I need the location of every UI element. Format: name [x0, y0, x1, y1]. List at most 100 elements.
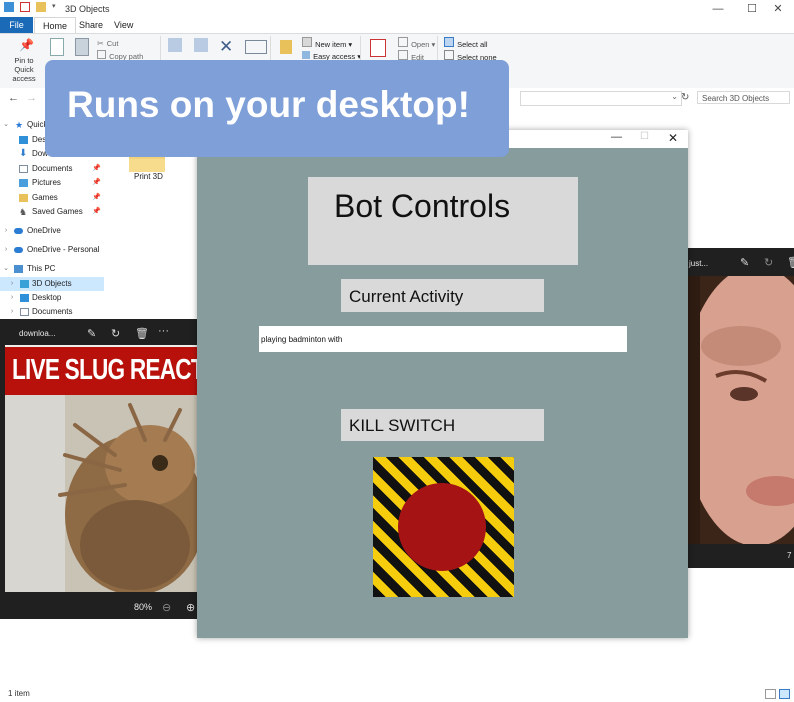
details-view-icon[interactable] [765, 689, 776, 699]
close-icon[interactable]: ✕ [668, 131, 678, 145]
status-bar [0, 684, 794, 702]
new-item-icon [302, 37, 312, 47]
back-arrow-icon[interactable]: ← [8, 92, 19, 104]
nav-item-documents[interactable]: Documents 📌 [0, 162, 104, 176]
close-icon[interactable]: ✕ [768, 2, 788, 16]
minimize-icon[interactable]: — [708, 2, 728, 16]
chevron-right-icon[interactable]: › [8, 305, 16, 319]
cube-icon [20, 280, 29, 288]
pin-icon[interactable]: 📌 [92, 205, 101, 219]
pin-to-quick-access-button[interactable]: 📌 Pin to Quick access [4, 38, 44, 83]
new-folder-icon[interactable] [280, 40, 292, 54]
nav-item-documents-pc[interactable]: › Documents [0, 305, 104, 319]
cut-label: Cut [106, 39, 119, 48]
face-image [686, 276, 794, 544]
edit-image-icon[interactable]: ✎ [740, 256, 749, 269]
pictures-icon [19, 179, 28, 187]
tiles-view-icon[interactable] [779, 689, 790, 699]
tab-home[interactable]: Home [34, 17, 77, 34]
chevron-right-icon[interactable]: › [8, 291, 16, 305]
clipboard-icon [75, 38, 89, 56]
pin-icon: 📌 [19, 38, 34, 52]
nav-item-desktop-pc[interactable]: › Desktop [0, 291, 104, 305]
nav-item-games[interactable]: Games 📌 [0, 191, 104, 205]
refresh-icon[interactable]: ↻ [681, 92, 689, 103]
copy-button[interactable] [47, 38, 67, 56]
move-to-button[interactable] [166, 38, 184, 56]
pin-icon[interactable]: 📌 [92, 162, 101, 176]
download-icon: ⬇ [19, 148, 28, 159]
cut-button[interactable]: ✂ Cut [97, 37, 118, 49]
select-all-icon [444, 37, 454, 47]
copy-to-button[interactable] [192, 38, 210, 56]
rotate-icon[interactable]: ↻ [764, 256, 773, 269]
chevron-down-icon[interactable]: ⌄ [2, 262, 10, 276]
nav-item-3d-objects[interactable]: › 3D Objects [0, 277, 104, 291]
tab-file[interactable]: File [0, 17, 33, 33]
chevron-down-icon: ▾ [429, 40, 436, 49]
nav-item-label: Games [32, 193, 58, 202]
zoom-out-icon[interactable]: ⊖ [162, 601, 171, 614]
pin-icon[interactable]: 📌 [92, 176, 101, 190]
more-options-icon[interactable]: ··· [158, 325, 169, 337]
photo-title: just... [689, 259, 709, 268]
delete-icon[interactable]: 🗑 [787, 256, 794, 269]
select-all-label: Select all [457, 40, 488, 49]
open-icon [398, 37, 408, 47]
folder-icon [4, 2, 14, 12]
delete-icon[interactable]: 🗑 [135, 327, 149, 340]
rename-icon[interactable] [245, 40, 267, 54]
chevron-right-icon[interactable]: › [2, 224, 10, 238]
new-item-button[interactable]: New item ▾ [302, 37, 352, 50]
photo-title: downloa... [19, 329, 56, 338]
edit-icon [398, 50, 408, 60]
maximize-icon[interactable]: ☐ [640, 131, 649, 142]
killswitch-label: KILL SWITCH [349, 416, 456, 435]
pin-icon[interactable]: 📌 [92, 191, 101, 205]
chevron-down-icon[interactable]: ⌄ [2, 118, 10, 132]
select-all-button[interactable]: Select all [444, 37, 488, 50]
new-item-label: New item [315, 40, 347, 49]
rotate-icon[interactable]: ↻ [111, 327, 120, 340]
scissors-icon: ✂ [97, 39, 104, 48]
chess-piece-icon: ♞ [19, 207, 28, 217]
nav-item-onedrive-personal[interactable]: › OneDrive - Personal [0, 243, 104, 257]
kill-switch-red-circle[interactable] [398, 483, 486, 571]
address-bar[interactable]: ⌄ [520, 91, 682, 106]
zoom-in-icon[interactable]: ⊕ [186, 601, 195, 614]
edit-image-icon[interactable]: ✎ [87, 327, 96, 340]
page-title: Bot Controls [334, 188, 511, 224]
paste-button[interactable] [72, 38, 92, 56]
new-folder-icon[interactable] [36, 2, 46, 12]
window-title: 3D Objects [65, 4, 110, 14]
nav-item-saved-games[interactable]: ♞ Saved Games 📌 [0, 205, 104, 219]
maximize-icon[interactable]: ☐ [742, 2, 762, 16]
copy-to-icon [194, 38, 208, 52]
search-input[interactable]: Search 3D Objects [697, 91, 790, 104]
nav-item-onedrive[interactable]: › OneDrive [0, 224, 104, 238]
move-to-icon [168, 38, 182, 52]
copy-path-icon [97, 50, 106, 59]
open-button[interactable]: Open ▾ [398, 37, 435, 50]
delete-icon[interactable]: ✕ [219, 37, 233, 57]
chevron-down-icon[interactable]: ⌄ [671, 92, 678, 101]
activity-input[interactable] [259, 326, 627, 352]
promo-text: Runs on your desktop! [67, 84, 470, 125]
chevron-down-icon[interactable]: ▾ [52, 2, 62, 12]
properties-icon[interactable] [370, 39, 386, 57]
cloud-icon [14, 247, 23, 253]
forward-arrow-icon[interactable]: → [26, 92, 37, 104]
pin-label: Pin to Quick access [12, 56, 36, 83]
item-count: 1 item [8, 689, 30, 698]
nav-item-label: Desktop [32, 293, 62, 302]
minimize-icon[interactable]: — [611, 131, 622, 143]
tab-view[interactable]: View [106, 17, 141, 33]
properties-icon[interactable] [20, 2, 30, 12]
computer-icon [14, 265, 23, 273]
nav-item-label: 3D Objects [32, 279, 72, 288]
chevron-right-icon[interactable]: › [2, 243, 10, 257]
nav-item-this-pc[interactable]: ⌄ This PC [0, 262, 104, 276]
chevron-down-icon: ▾ [346, 40, 353, 49]
nav-item-pictures[interactable]: Pictures 📌 [0, 176, 104, 190]
chevron-right-icon[interactable]: › [8, 277, 16, 291]
